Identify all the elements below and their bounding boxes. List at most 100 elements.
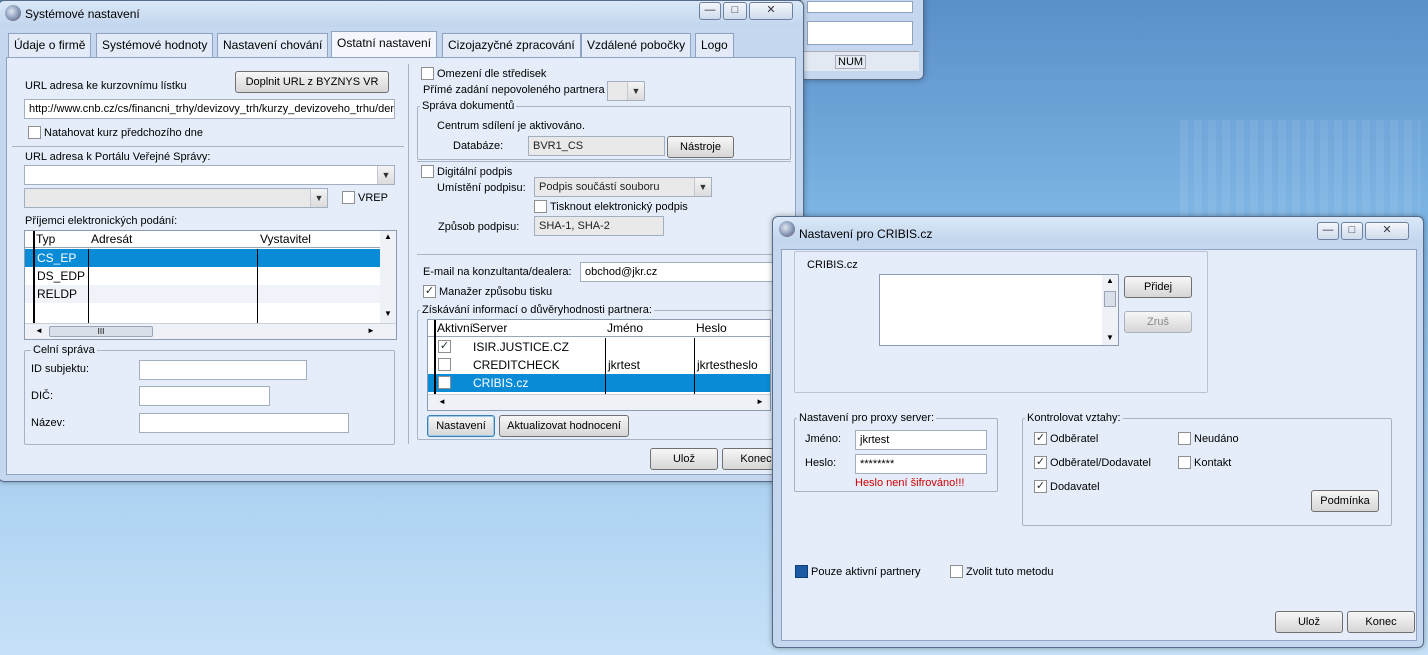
tab-cizojazycne-zpracovani[interactable]: Cizojazyčné zpracování: [442, 33, 581, 57]
zpusob-label: Způsob podpisu:: [438, 221, 520, 233]
vertical-scrollbar[interactable]: ▲ ▼: [1102, 275, 1118, 345]
status-bar: NUM: [803, 51, 919, 71]
column-header-heslo[interactable]: Heslo: [696, 321, 727, 335]
cribis-list[interactable]: ▲ ▼: [879, 274, 1119, 346]
partner-servers-grid[interactable]: Aktivní Server Jméno Heslo ✓ ISIR.JUSTIC…: [427, 319, 771, 411]
kontrolovat-vztahy-title: Kontrolovat vztahy:: [1025, 412, 1123, 424]
scroll-up-icon[interactable]: ▲: [1106, 276, 1114, 285]
scroll-thumb[interactable]: [1104, 291, 1116, 307]
table-row[interactable]: CREDITCHECK jkrtest jkrtestheslo: [428, 356, 770, 374]
manazer-checkbox[interactable]: ✓: [423, 285, 436, 298]
scroll-right-icon[interactable]: ►: [756, 397, 764, 406]
tab-vzdalene-pobocky[interactable]: Vzdálené pobočky: [581, 33, 692, 57]
table-row[interactable]: RELDP: [25, 285, 396, 303]
proxy-title: Nastavení pro proxy server:: [797, 412, 937, 424]
scroll-left-icon[interactable]: ◄: [35, 326, 43, 335]
pouze-aktivni-checkbox[interactable]: [795, 565, 808, 578]
column-header-vystavitel[interactable]: Vystavitel: [260, 232, 311, 246]
tisknout-checkbox[interactable]: [534, 200, 547, 213]
zrus-button[interactable]: Zruš: [1124, 311, 1192, 333]
doplnit-url-button[interactable]: Doplnit URL z BYZNYS VR: [235, 71, 389, 93]
maximize-icon[interactable]: □: [723, 2, 747, 20]
scroll-up-icon[interactable]: ▲: [384, 232, 392, 241]
scroll-left-icon[interactable]: ◄: [438, 397, 446, 406]
dialog-konec-button[interactable]: Konec: [1347, 611, 1415, 633]
scroll-down-icon[interactable]: ▼: [1106, 333, 1114, 342]
row-active-checkbox[interactable]: [438, 376, 451, 389]
pridej-button[interactable]: Přidej: [1124, 276, 1192, 298]
proxy-jmeno-input[interactable]: jkrtest: [855, 430, 987, 450]
dialog-uloz-button[interactable]: Ulož: [1275, 611, 1343, 633]
prijemci-grid[interactable]: Typ Adresát Vystavitel CS_EP DS_EDP RELD…: [24, 230, 397, 340]
podminka-button[interactable]: Podmínka: [1311, 490, 1379, 512]
maximize-icon[interactable]: □: [1341, 222, 1363, 240]
vrep-checkbox[interactable]: [342, 191, 355, 204]
chevron-down-icon: ▼: [694, 178, 711, 196]
email-label: E-mail na konzultanta/dealera:: [423, 266, 572, 278]
close-icon[interactable]: ✕: [1365, 222, 1409, 240]
table-row[interactable]: CS_EP: [25, 249, 396, 267]
row-active-checkbox[interactable]: ✓: [438, 340, 451, 353]
system-settings-window: Systémové nastavení — □ ✕ Údaje o firmě …: [0, 0, 804, 482]
dic-input[interactable]: [139, 386, 270, 406]
column-header-jmeno[interactable]: Jméno: [607, 321, 643, 335]
zvolit-metodu-checkbox[interactable]: [950, 565, 963, 578]
email-input[interactable]: obchod@jkr.cz: [580, 262, 795, 282]
tab-ostatni-nastaveni[interactable]: Ostatní nastavení: [331, 31, 438, 58]
kontakt-checkbox[interactable]: [1178, 456, 1191, 469]
titlebar[interactable]: Systémové nastavení — □ ✕: [0, 1, 803, 27]
column-header-typ[interactable]: Typ: [36, 232, 55, 246]
nastaveni-button[interactable]: Nastavení: [427, 415, 495, 437]
celni-sprava-group: Celní správa ID subjektu: DIČ: Název:: [24, 344, 395, 445]
digitalni-podpis-label: Digitální podpis: [437, 166, 513, 178]
digitalni-podpis-checkbox[interactable]: [421, 165, 434, 178]
id-subjektu-input[interactable]: [139, 360, 307, 380]
vertical-scrollbar[interactable]: ▲ ▼: [380, 231, 396, 323]
neudano-label: Neudáno: [1194, 433, 1239, 445]
prime-zadani-combo: ▼: [607, 81, 645, 101]
row-active-checkbox[interactable]: [438, 358, 451, 371]
cell-typ: RELDP: [37, 287, 78, 301]
minimize-icon[interactable]: —: [699, 2, 721, 20]
dialog-body: CRIBIS.cz ▲ ▼ Přidej Zruš Nastavení pro …: [781, 249, 1417, 641]
chevron-down-icon[interactable]: ▼: [377, 166, 394, 184]
tab-systemove-hodnoty[interactable]: Systémové hodnoty: [96, 33, 214, 57]
proxy-heslo-input[interactable]: ********: [855, 454, 987, 474]
cell-typ: CS_EP: [37, 251, 77, 265]
table-row[interactable]: DS_EDP: [25, 267, 396, 285]
natahovat-checkbox[interactable]: [28, 126, 41, 139]
scroll-thumb[interactable]: III: [49, 326, 153, 337]
tab-udaje-o-firme[interactable]: Údaje o firmě: [8, 33, 92, 57]
column-header-server[interactable]: Server: [472, 321, 507, 335]
nastroje-button[interactable]: Nástroje: [667, 136, 734, 158]
nazev-input[interactable]: [139, 413, 349, 433]
odberatel-checkbox[interactable]: ✓: [1034, 432, 1047, 445]
uloz-button[interactable]: Ulož: [650, 448, 718, 470]
minimize-icon[interactable]: —: [1317, 222, 1339, 240]
column-header-aktivni[interactable]: Aktivní: [437, 321, 473, 335]
titlebar[interactable]: Nastavení pro CRIBIS.cz — □ ✕: [773, 217, 1423, 243]
table-row[interactable]: CRIBIS.cz: [428, 374, 770, 392]
horizontal-scrollbar[interactable]: ◄ III ►: [25, 323, 396, 339]
tab-logo[interactable]: Logo: [695, 33, 734, 57]
cell-server: CREDITCHECK: [473, 358, 560, 372]
cell-server: ISIR.JUSTICE.CZ: [473, 340, 570, 354]
omezeni-checkbox[interactable]: [421, 67, 434, 80]
dodavatel-checkbox[interactable]: ✓: [1034, 480, 1047, 493]
url-kurz-input[interactable]: http://www.cnb.cz/cs/financni_trhy/deviz…: [24, 99, 395, 119]
close-icon[interactable]: ✕: [749, 2, 793, 20]
tab-nastaveni-chovani[interactable]: Nastavení chování: [217, 33, 329, 57]
aktualizovat-hodnoceni-button[interactable]: Aktualizovat hodnocení: [499, 415, 629, 437]
scroll-right-icon[interactable]: ►: [367, 326, 375, 335]
portal-secondary-combo: ▼: [24, 188, 328, 208]
table-row[interactable]: ✓ ISIR.JUSTICE.CZ: [428, 338, 770, 356]
scroll-down-icon[interactable]: ▼: [384, 309, 392, 318]
neudano-checkbox[interactable]: [1178, 432, 1191, 445]
url-portal-combo[interactable]: ▼: [24, 165, 395, 185]
celni-sprava-title: Celní správa: [31, 344, 97, 356]
heslo-warning: Heslo není šifrováno!!!: [855, 477, 965, 489]
dic-label: DIČ:: [31, 390, 53, 402]
horizontal-scrollbar[interactable]: ◄ ►: [428, 394, 770, 410]
odberatel-dodavatel-checkbox[interactable]: ✓: [1034, 456, 1047, 469]
column-header-adresat[interactable]: Adresát: [91, 232, 132, 246]
